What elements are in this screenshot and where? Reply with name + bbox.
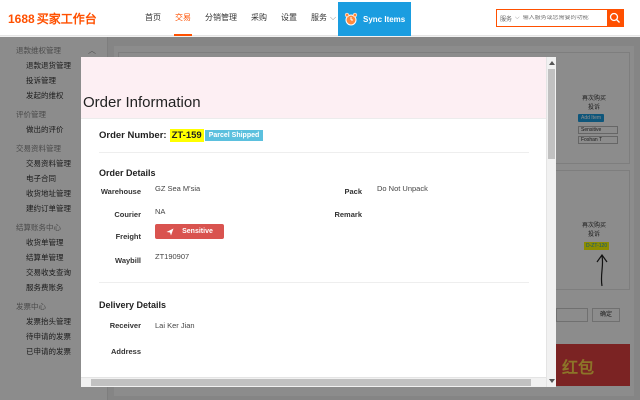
delivery-details-title: Delivery Details — [99, 300, 167, 310]
main-nav: 首页 交易 分销管理 采购 设置 服务 ⌵ — [138, 0, 336, 36]
modal-title: Order Information — [83, 94, 201, 111]
modal-header: Order Information — [81, 57, 546, 119]
pack-value: Do Not Unpack — [377, 184, 428, 193]
service-search: 服务 ⌵ — [496, 9, 624, 27]
order-information-modal: Order Information Order Number: ZT-159 P… — [81, 57, 556, 387]
order-details-title: Order Details — [99, 168, 156, 178]
remark-label: Remark — [334, 210, 362, 219]
alarm-clock-icon — [344, 12, 358, 26]
top-bar: 1688 买家工作台 首页 交易 分销管理 采购 设置 服务 ⌵ Sync Ite… — [0, 0, 640, 36]
courier-value: NA — [155, 207, 166, 216]
modal-body: Order Number: ZT-159 Parcel Shipped Orde… — [81, 119, 546, 377]
receiver-label: Receiver — [109, 321, 141, 330]
waybill-label: Waybill — [115, 256, 141, 265]
nav-services[interactable]: 服务 — [304, 0, 334, 36]
search-scope-select[interactable]: 服务 — [497, 14, 515, 23]
scroll-thumb[interactable] — [91, 379, 531, 386]
freight-label: Freight — [115, 232, 141, 241]
nav-trade[interactable]: 交易 — [168, 0, 198, 36]
address-label: Address — [110, 347, 141, 356]
scroll-up-icon[interactable] — [549, 61, 555, 65]
order-number-row: Order Number: ZT-159 Parcel Shipped — [99, 129, 264, 142]
chevron-down-icon[interactable]: ⌵ — [515, 15, 520, 22]
nav-distribution[interactable]: 分销管理 — [198, 0, 244, 36]
order-number-label: Order Number: — [99, 130, 167, 141]
divider — [99, 282, 529, 283]
status-badge: Parcel Shipped — [204, 130, 264, 141]
courier-label: Courier — [114, 210, 141, 219]
search-button[interactable] — [607, 10, 623, 26]
sync-items-button[interactable]: Sync Items — [338, 2, 411, 36]
freight-button-label: Sensitive — [182, 228, 213, 235]
divider — [99, 152, 529, 153]
horizontal-scrollbar[interactable] — [81, 377, 546, 387]
search-input[interactable] — [522, 15, 613, 21]
nav-home[interactable]: 首页 — [138, 0, 168, 36]
nav-settings[interactable]: 设置 — [274, 0, 304, 36]
pack-label: Pack — [344, 187, 362, 196]
logo-number: 1688 — [8, 12, 35, 26]
logo[interactable]: 1688 买家工作台 — [8, 10, 97, 27]
warehouse-value: GZ Sea M'sia — [155, 184, 201, 193]
logo-text: 买家工作台 — [36, 12, 97, 26]
scroll-down-icon[interactable] — [549, 379, 555, 383]
scroll-thumb[interactable] — [548, 69, 555, 159]
vertical-scrollbar[interactable] — [546, 57, 556, 387]
order-number-value: ZT-159 — [169, 129, 204, 142]
freight-sensitive-button[interactable]: Sensitive — [155, 224, 224, 239]
sync-items-label: Sync Items — [363, 14, 406, 24]
waybill-value: ZT190907 — [155, 252, 190, 261]
warehouse-label: Warehouse — [100, 187, 141, 196]
plane-icon — [166, 228, 174, 235]
search-icon — [609, 12, 620, 23]
receiver-value: Lai Ker Jian — [155, 321, 195, 330]
nav-purchase[interactable]: 采购 — [244, 0, 274, 36]
